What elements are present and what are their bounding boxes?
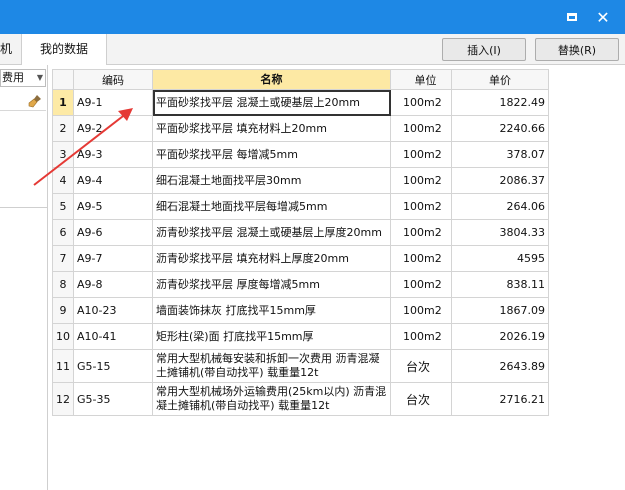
table-row[interactable]: 4 A9-4 细石混凝土地面找平层30mm 100m2 2086.37 <box>52 167 549 194</box>
category-combo[interactable]: 费用 ▼ <box>0 69 46 87</box>
row-unit[interactable]: 100m2 <box>390 323 452 350</box>
row-code[interactable]: A10-41 <box>73 323 153 350</box>
row-name[interactable]: 沥青砂浆找平层 厚度每增减5mm <box>152 271 391 298</box>
row-code[interactable]: A9-4 <box>73 167 153 194</box>
broom-icon[interactable] <box>28 94 42 108</box>
table-row[interactable]: 5 A9-5 细石混凝土地面找平层每增减5mm 100m2 264.06 <box>52 193 549 220</box>
row-index[interactable]: 12 <box>52 382 74 416</box>
table-row[interactable]: 9 A10-23 墙面装饰抹灰 打底找平15mm厚 100m2 1867.09 <box>52 297 549 324</box>
row-code[interactable]: G5-35 <box>73 382 153 416</box>
row-price[interactable]: 264.06 <box>451 193 549 220</box>
row-name[interactable]: 常用大型机械每安装和拆卸一次费用 沥青混凝土摊铺机(带自动找平) 载重量12t <box>152 349 391 383</box>
row-price[interactable]: 838.11 <box>451 271 549 298</box>
row-index[interactable]: 3 <box>52 141 74 168</box>
row-code[interactable]: A9-8 <box>73 271 153 298</box>
row-code[interactable]: A9-7 <box>73 245 153 272</box>
header-index <box>52 69 74 90</box>
row-code[interactable]: A9-5 <box>73 193 153 220</box>
row-index[interactable]: 7 <box>52 245 74 272</box>
row-unit[interactable]: 100m2 <box>390 245 452 272</box>
table-row[interactable]: 6 A9-6 沥青砂浆找平层 混凝土或硬基层上厚度20mm 100m2 3804.33 <box>52 219 549 246</box>
row-name[interactable]: 墙面装饰抹灰 打底找平15mm厚 <box>152 297 391 324</box>
row-price[interactable]: 2240.66 <box>451 115 549 142</box>
row-name[interactable]: 沥青砂浆找平层 混凝土或硬基层上厚度20mm <box>152 219 391 246</box>
divider <box>0 207 48 208</box>
row-name[interactable]: 矩形柱(梁)面 打底找平15mm厚 <box>152 323 391 350</box>
row-unit[interactable]: 100m2 <box>390 89 452 116</box>
row-unit[interactable]: 100m2 <box>390 219 452 246</box>
row-code[interactable]: A9-3 <box>73 141 153 168</box>
row-index[interactable]: 9 <box>52 297 74 324</box>
row-price[interactable]: 2716.21 <box>451 382 549 416</box>
maximize-icon <box>567 13 577 21</box>
row-unit[interactable]: 100m2 <box>390 297 452 324</box>
row-price[interactable]: 2643.89 <box>451 349 549 383</box>
row-name[interactable]: 平面砂浆找平层 填充材料上20mm <box>152 115 391 142</box>
table-row[interactable]: 12 G5-35 常用大型机械场外运输费用(25km以内) 沥青混凝土摊铺机(带自动… <box>52 382 549 416</box>
close-button[interactable]: ✕ <box>592 6 614 28</box>
header-unit[interactable]: 单位 <box>390 69 452 90</box>
table-row[interactable]: 3 A9-3 平面砂浆找平层 每增减5mm 100m2 378.07 <box>52 141 549 168</box>
maximize-button[interactable] <box>561 6 583 28</box>
header-code[interactable]: 编码 <box>73 69 153 90</box>
row-price[interactable]: 2086.37 <box>451 167 549 194</box>
row-index[interactable]: 4 <box>52 167 74 194</box>
row-name[interactable]: 沥青砂浆找平层 填充材料上厚度20mm <box>152 245 391 272</box>
row-unit[interactable]: 100m2 <box>390 167 452 194</box>
row-price[interactable]: 1867.09 <box>451 297 549 324</box>
row-unit[interactable]: 100m2 <box>390 193 452 220</box>
row-code[interactable]: A9-1 <box>73 89 153 116</box>
close-icon: ✕ <box>596 7 610 27</box>
row-name[interactable]: 平面砂浆找平层 混凝土或硬基层上20mm <box>152 89 391 116</box>
quota-table: 编码 名称 单位 单价 1 A9-1 平面砂浆找平层 混凝土或硬基层上20mm 100… <box>52 69 549 416</box>
row-name[interactable]: 细石混凝土地面找平层每增减5mm <box>152 193 391 220</box>
table-row[interactable]: 11 G5-15 常用大型机械每安装和拆卸一次费用 沥青混凝土摊铺机(带自动找平) … <box>52 349 549 383</box>
table-row[interactable]: 10 A10-41 矩形柱(梁)面 打底找平15mm厚 100m2 2026.19 <box>52 323 549 350</box>
table-row[interactable]: 8 A9-8 沥青砂浆找平层 厚度每增减5mm 100m2 838.11 <box>52 271 549 298</box>
tab-my-data[interactable]: 我的数据 <box>22 34 107 65</box>
row-price[interactable]: 2026.19 <box>451 323 549 350</box>
row-price[interactable]: 4595 <box>451 245 549 272</box>
row-name[interactable]: 常用大型机械场外运输费用(25km以内) 沥青混凝土摊铺机(带自动找平) 载重量… <box>152 382 391 416</box>
row-unit[interactable]: 台次 <box>390 382 452 416</box>
table-row[interactable]: 2 A9-2 平面砂浆找平层 填充材料上20mm 100m2 2240.66 <box>52 115 549 142</box>
table-row[interactable]: 7 A9-7 沥青砂浆找平层 填充材料上厚度20mm 100m2 4595 <box>52 245 549 272</box>
row-index[interactable]: 8 <box>52 271 74 298</box>
row-price[interactable]: 1822.49 <box>451 89 549 116</box>
insert-button[interactable]: 插入(I) <box>442 38 526 61</box>
row-unit[interactable]: 100m2 <box>390 141 452 168</box>
row-index[interactable]: 5 <box>52 193 74 220</box>
row-unit[interactable]: 台次 <box>390 349 452 383</box>
row-code[interactable]: A10-23 <box>73 297 153 324</box>
toolbar: 机 我的数据 插入(I) 替换(R) <box>0 34 625 65</box>
table-header-row: 编码 名称 单位 单价 <box>52 69 549 90</box>
row-name[interactable]: 平面砂浆找平层 每增减5mm <box>152 141 391 168</box>
replace-button[interactable]: 替换(R) <box>535 38 619 61</box>
row-index[interactable]: 10 <box>52 323 74 350</box>
row-code[interactable]: A9-6 <box>73 219 153 246</box>
row-code[interactable]: G5-15 <box>73 349 153 383</box>
tab-left-partial[interactable]: 机 <box>0 34 22 65</box>
row-index[interactable]: 6 <box>52 219 74 246</box>
row-price[interactable]: 378.07 <box>451 141 549 168</box>
row-name[interactable]: 细石混凝土地面找平层30mm <box>152 167 391 194</box>
header-name[interactable]: 名称 <box>152 69 391 90</box>
table-row[interactable]: 1 A9-1 平面砂浆找平层 混凝土或硬基层上20mm 100m2 1822.49 <box>52 89 549 116</box>
header-price[interactable]: 单价 <box>451 69 549 90</box>
row-unit[interactable]: 100m2 <box>390 115 452 142</box>
left-row[interactable] <box>0 91 46 111</box>
chevron-down-icon: ▼ <box>36 73 43 82</box>
row-price[interactable]: 3804.33 <box>451 219 549 246</box>
left-panel: 费用 ▼ <box>0 65 48 490</box>
title-bar: ✕ <box>0 0 625 34</box>
row-index[interactable]: 11 <box>52 349 74 383</box>
row-code[interactable]: A9-2 <box>73 115 153 142</box>
combo-value: 费用 <box>2 71 24 84</box>
row-unit[interactable]: 100m2 <box>390 271 452 298</box>
row-index[interactable]: 1 <box>52 89 74 116</box>
row-index[interactable]: 2 <box>52 115 74 142</box>
